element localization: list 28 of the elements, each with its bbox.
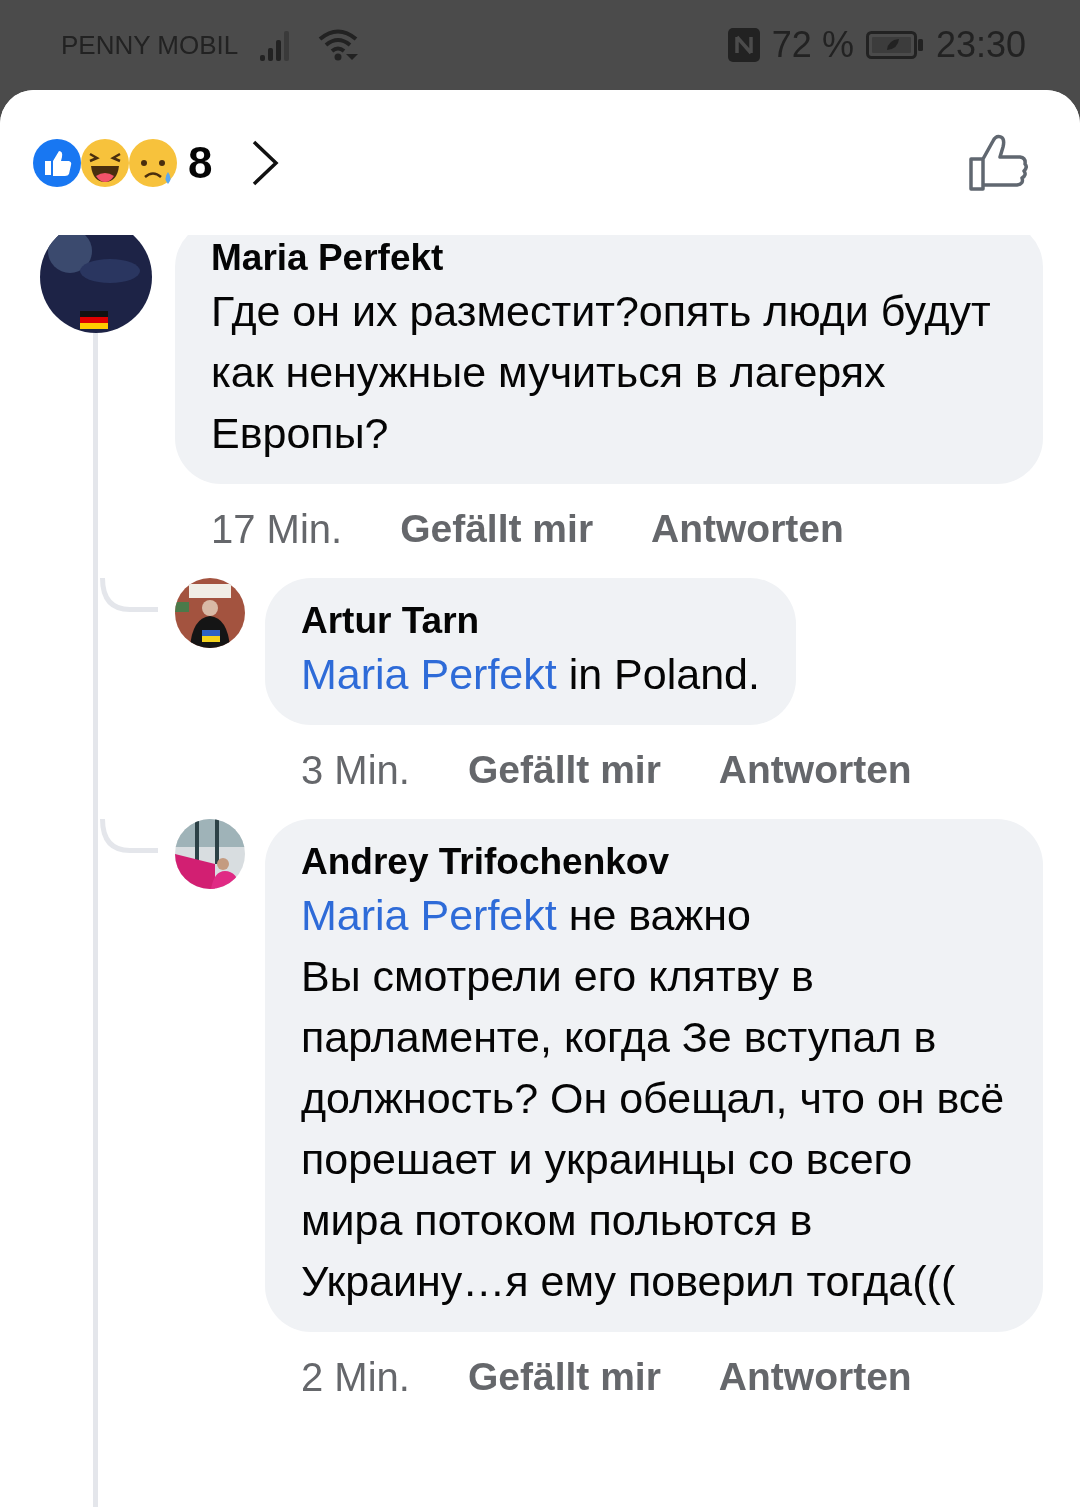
thread-connector [100,578,158,612]
like-button[interactable]: Gefällt mir [467,748,661,792]
mention-link[interactable]: Maria Perfekt [301,650,557,698]
thread-connector [100,819,158,853]
chevron-right-icon[interactable] [250,138,281,187]
comment-text: Где он их разместит?опять люди будут как ненужные мучиться в лагерях Европы? [211,286,992,459]
laughing-emoji-icon [80,137,130,188]
wifi-icon [318,28,361,62]
like-button[interactable]: Gefällt mir [400,507,594,551]
reply-button[interactable]: Antworten [718,748,912,792]
comment-time: 17 Min. [211,506,343,552]
battery-icon [865,31,924,59]
comment-author[interactable]: Artur Tarn [301,598,760,644]
reply-button[interactable]: Antworten [718,1355,912,1399]
like-reaction-icon [32,137,82,188]
like-icon[interactable] [968,132,1030,193]
comment-text: Maria Perfekt не важно Вы смотрели его клятву в парламенте, когда Зе вступал в должность? Он обещал, что он всё порешает и украинцы со всего мира потоком польются в Украину…я ему поверил тогда((( [301,890,1006,1307]
comment-author[interactable]: Andrey Trifochenkov [301,839,1013,885]
comment-time: 2 Min. [301,1354,410,1400]
comment-time: 3 Min. [301,747,410,793]
mention-link[interactable]: Maria Perfekt [301,891,557,939]
comment-text: Maria Perfekt in Poland. [301,649,760,700]
like-button[interactable]: Gefällt mir [467,1355,661,1399]
comment-author[interactable]: Maria Perfekt [211,235,1007,281]
reply-button[interactable]: Antworten [651,507,844,551]
reaction-count[interactable]: 8 [188,137,213,188]
sad-emoji-icon [128,137,178,188]
nfc-icon [727,28,760,62]
